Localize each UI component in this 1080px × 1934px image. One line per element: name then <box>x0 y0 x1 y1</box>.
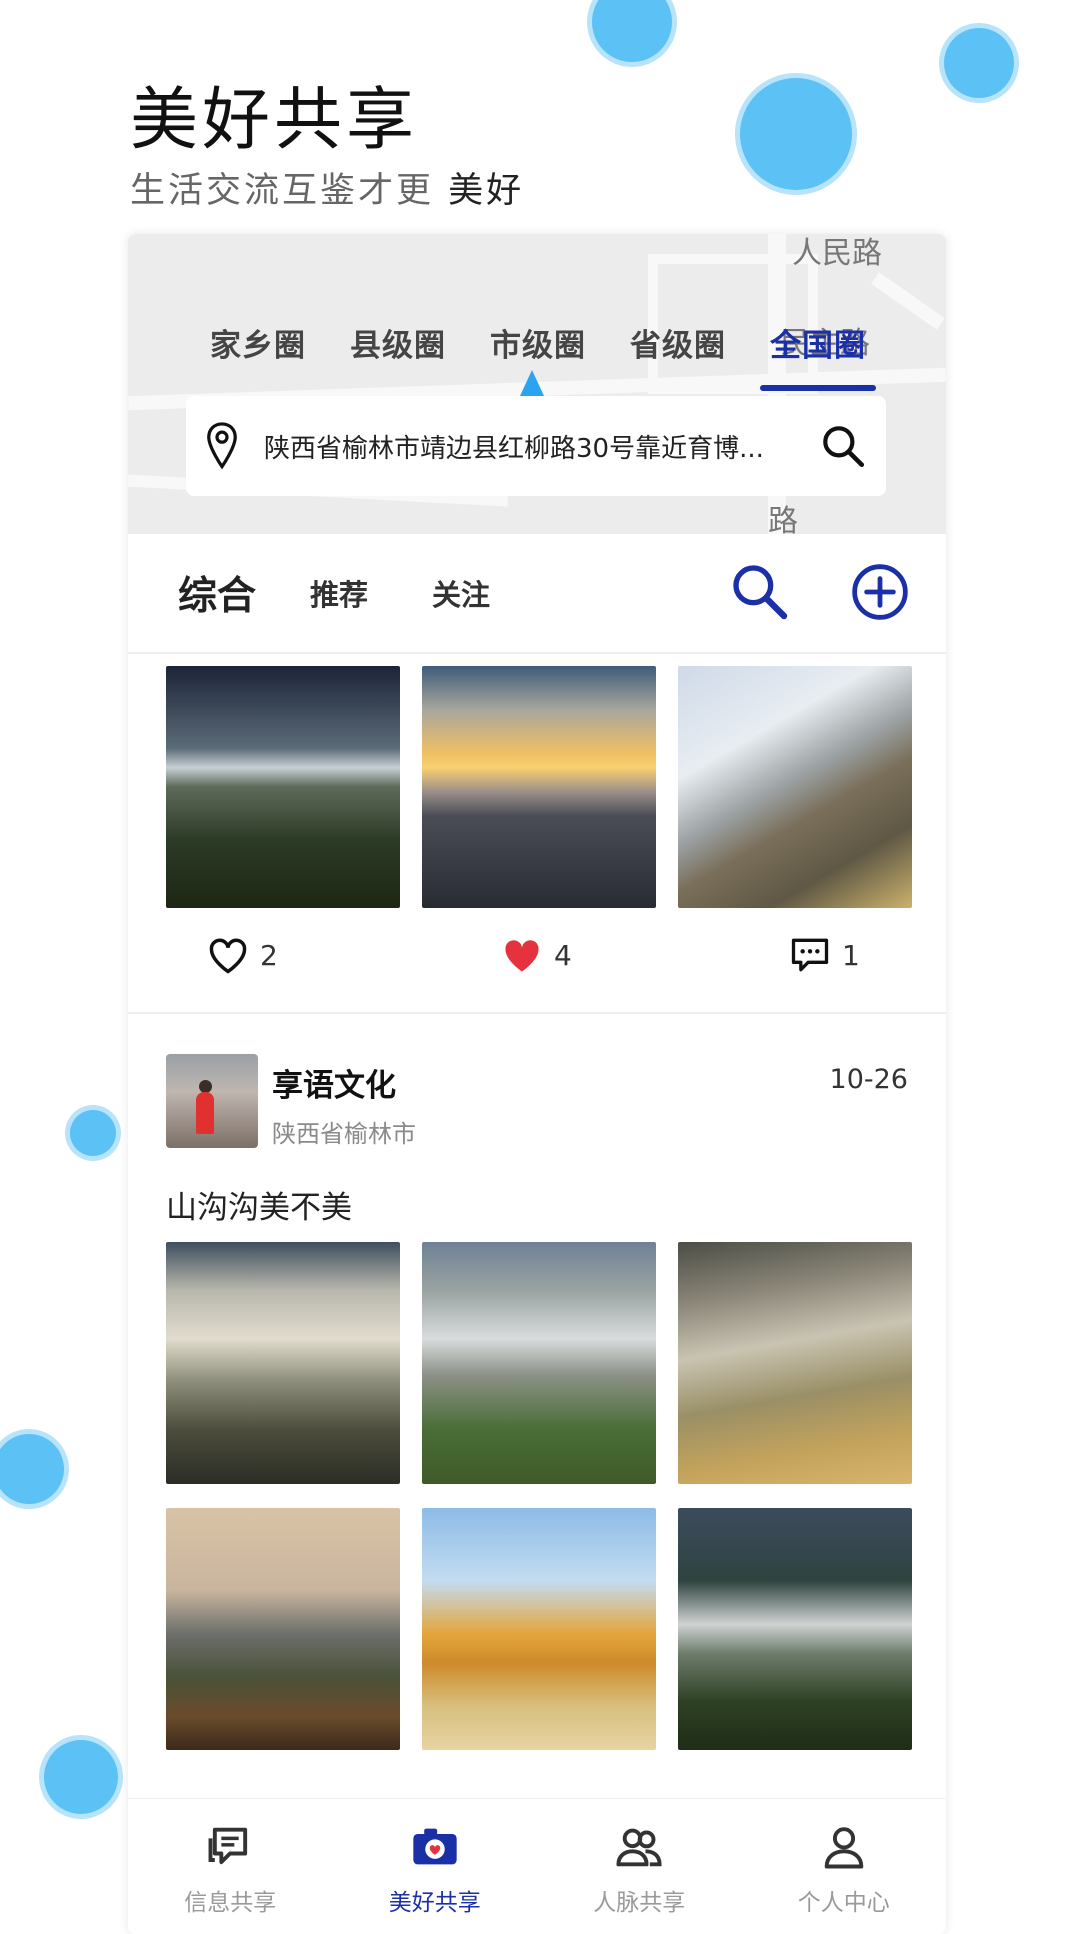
avatar[interactable] <box>166 1054 258 1148</box>
feed-actions <box>728 560 912 624</box>
map-road-label: 路 <box>768 504 798 534</box>
decor-bubble <box>944 28 1014 98</box>
post-photo[interactable] <box>422 666 656 908</box>
comment-count: 1 <box>842 938 860 972</box>
map-road-label: 人民路 <box>792 236 882 271</box>
page-title: 美好共享 <box>130 81 419 160</box>
search-icon[interactable] <box>728 560 792 624</box>
tab-county-circle[interactable]: 县级圈 <box>350 316 446 375</box>
tab-city-circle[interactable]: 市级圈 <box>490 316 586 375</box>
search-icon[interactable] <box>818 421 868 471</box>
decor-bubble <box>740 78 852 190</box>
location-pin-icon <box>207 422 237 470</box>
avatar-figure-body <box>196 1092 214 1134</box>
tab-comprehensive[interactable]: 综合 <box>178 565 256 621</box>
page-subtitle: 生活交流互鉴才更 美好 <box>130 162 524 213</box>
post-photo[interactable] <box>678 1508 912 1750</box>
subtitle-highlight: 美好 <box>448 171 525 211</box>
comment-button[interactable]: 1 <box>788 934 860 976</box>
post-location: 陕西省榆林市 <box>272 1120 416 1148</box>
camera-heart-icon <box>413 1828 457 1865</box>
decor-bubble <box>44 1740 118 1814</box>
nav-network-share[interactable]: 人脉共享 <box>549 1799 729 1934</box>
location-bar[interactable]: 陕西省榆林市靖边县红柳路30号靠近育博... <box>186 396 886 496</box>
people-icon <box>616 1828 662 1867</box>
post2-photo-grid <box>166 1242 912 1750</box>
tab-national-circle[interactable]: 全国圈 <box>760 316 876 391</box>
feed-tabs: 综合 推荐 关注 <box>128 534 946 654</box>
post-photo[interactable] <box>166 1508 400 1750</box>
post2-header: 享语文化 陕西省榆林市 10-26 <box>166 1054 908 1150</box>
nav-label: 信息共享 <box>184 1890 277 1916</box>
post-divider <box>128 1012 946 1014</box>
nav-label: 人脉共享 <box>593 1890 686 1916</box>
post1-photo-grid <box>166 666 912 908</box>
post1-actions: 2 4 1 <box>128 934 946 994</box>
current-location-marker <box>520 370 544 396</box>
nav-info-share[interactable]: 信息共享 <box>140 1799 320 1934</box>
nav-beauty-share[interactable]: 美好共享 <box>345 1799 525 1934</box>
decor-bubble <box>0 1434 64 1504</box>
person-icon <box>824 1827 864 1869</box>
decor-bubble <box>592 0 672 62</box>
message-icon <box>208 1827 248 1865</box>
tab-province-circle[interactable]: 省级圈 <box>630 316 726 375</box>
post-photo[interactable] <box>166 1242 400 1484</box>
like-count: 2 <box>260 938 278 972</box>
circle-tabs: 家乡圈 县级圈 市级圈 省级圈 全国圈 <box>210 316 876 391</box>
heart-filled-icon <box>505 940 539 972</box>
like-button[interactable]: 2 <box>206 934 278 976</box>
post-photo[interactable] <box>166 666 400 908</box>
post-photo[interactable] <box>678 1242 912 1484</box>
nav-label: 个人中心 <box>797 1890 890 1916</box>
subtitle-text: 生活交流互鉴才更 <box>130 171 449 211</box>
post-photo[interactable] <box>422 1508 656 1750</box>
post-photo[interactable] <box>422 1242 656 1484</box>
tab-recommend[interactable]: 推荐 <box>310 572 368 614</box>
content-card: 人民路 民主路 路 家乡圈 县级圈 市级圈 省级圈 全国圈 陕西省榆林市靖边县红… <box>128 234 946 1934</box>
comment-icon <box>791 938 829 972</box>
bottom-nav: 信息共享 美好共享 人脉共享 个人中心 <box>128 1799 946 1934</box>
like-count: 4 <box>554 938 572 972</box>
map-road <box>871 272 945 330</box>
nav-label: 美好共享 <box>388 1890 481 1916</box>
map-background[interactable]: 人民路 民主路 路 家乡圈 县级圈 市级圈 省级圈 全国圈 陕西省榆林市靖边县红… <box>128 234 946 534</box>
post-photo[interactable] <box>678 666 912 908</box>
post-text: 山沟沟美不美 <box>166 1190 352 1226</box>
plus-circle-icon[interactable] <box>848 560 912 624</box>
like-button[interactable]: 4 <box>500 934 572 976</box>
post-date: 10-26 <box>829 1064 908 1095</box>
tab-follow[interactable]: 关注 <box>432 572 490 614</box>
heart-outline-icon <box>209 938 247 974</box>
tab-hometown-circle[interactable]: 家乡圈 <box>210 316 306 375</box>
nav-personal-center[interactable]: 个人中心 <box>754 1799 934 1934</box>
decor-bubble <box>70 1110 116 1156</box>
post-username[interactable]: 享语文化 <box>272 1060 396 1105</box>
location-address: 陕西省榆林市靖边县红柳路30号靠近育博... <box>264 433 764 464</box>
